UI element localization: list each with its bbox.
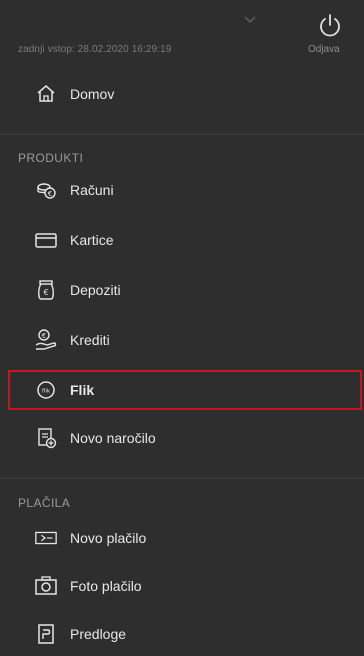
- menu-item-label: Predloge: [70, 626, 127, 642]
- divider: [0, 134, 364, 135]
- selection-highlight: [8, 370, 362, 410]
- menu-item-label: Računi: [70, 182, 114, 198]
- svg-text:€: €: [42, 332, 46, 340]
- section-title-products: PRODUKTI: [18, 151, 84, 165]
- menu-item-label: Domov: [70, 86, 115, 102]
- menu-item-loans[interactable]: € Krediti: [0, 318, 364, 362]
- menu-item-new-order[interactable]: Novo naročilo: [0, 416, 364, 460]
- svg-text:€: €: [48, 190, 52, 198]
- menu-item-new-payment[interactable]: Novo plačilo: [0, 516, 364, 560]
- new-payment-icon: [34, 526, 58, 550]
- camera-icon: [34, 574, 58, 598]
- menu-item-deposits[interactable]: € Depoziti: [0, 268, 364, 312]
- top-bar: Odjava zadnji vstop: 28.02.2020 16:29:19: [0, 0, 364, 60]
- menu-item-home[interactable]: Domov: [0, 72, 364, 116]
- card-icon: [34, 228, 58, 252]
- menu-item-label: Novo plačilo: [70, 530, 147, 546]
- menu-item-label: Foto plačilo: [70, 578, 142, 594]
- divider: [0, 478, 364, 479]
- home-icon: [34, 82, 58, 106]
- menu-item-templates[interactable]: Predloge: [0, 612, 364, 656]
- logout-label[interactable]: Odjava: [308, 44, 340, 55]
- menu-item-label: Krediti: [70, 332, 110, 348]
- menu-item-label: Kartice: [70, 232, 114, 248]
- power-icon[interactable]: [316, 12, 344, 40]
- menu-item-label: Depoziti: [70, 282, 121, 298]
- loan-icon: €: [34, 328, 58, 352]
- templates-icon: [34, 622, 58, 646]
- deposit-icon: €: [34, 278, 58, 302]
- accounts-icon: €: [34, 178, 58, 202]
- menu-item-accounts[interactable]: € Računi: [0, 168, 364, 212]
- section-title-payments: PLAČILA: [18, 496, 71, 510]
- menu-item-label: Novo naročilo: [70, 430, 156, 446]
- new-order-icon: [34, 426, 58, 450]
- menu-item-cards[interactable]: Kartice: [0, 218, 364, 262]
- menu-item-photo-payment[interactable]: Foto plačilo: [0, 564, 364, 608]
- last-login-text: zadnji vstop: 28.02.2020 16:29:19: [18, 44, 172, 55]
- svg-text:€: €: [43, 288, 48, 297]
- chevron-down-icon[interactable]: [240, 14, 260, 26]
